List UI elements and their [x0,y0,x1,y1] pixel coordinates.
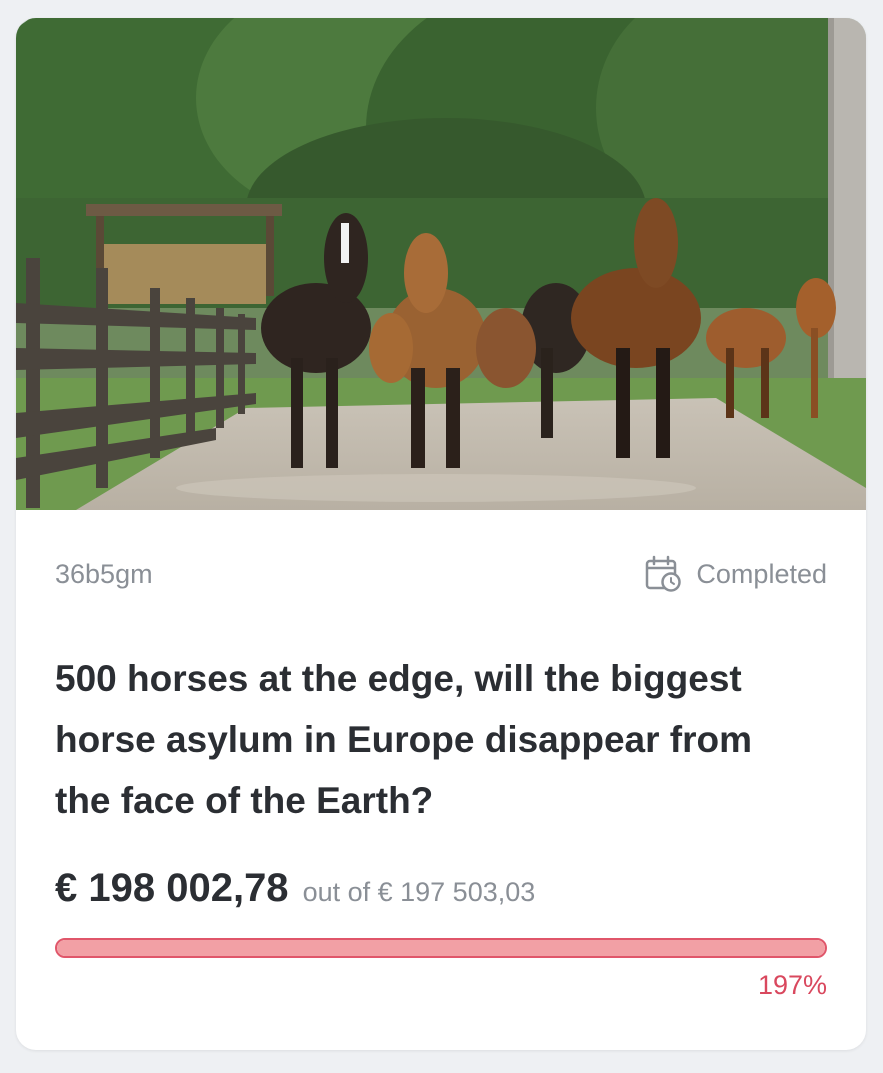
progress-bar-fill [57,940,825,956]
amount-raised: € 198 002,78 [55,866,289,910]
horses-illustration [16,18,866,510]
campaign-card[interactable]: 36b5gm Completed 500 horses at the edge,… [16,18,866,1050]
campaign-id: 36b5gm [55,558,153,589]
status-indicator: Completed [644,555,827,593]
calendar-clock-icon [644,555,682,593]
amount-goal: out of € 197 503,03 [302,877,536,907]
campaign-photo[interactable] [16,18,866,510]
campaign-title[interactable]: 500 horses at the edge, will the biggest… [55,648,816,831]
progress-percent: 197% [757,970,827,1000]
status-label: Completed [696,558,827,589]
progress-bar [55,938,827,958]
campaign-meta-row: 36b5gm Completed [55,554,827,594]
funding-amounts: € 198 002,78 out of € 197 503,03 [55,866,535,911]
